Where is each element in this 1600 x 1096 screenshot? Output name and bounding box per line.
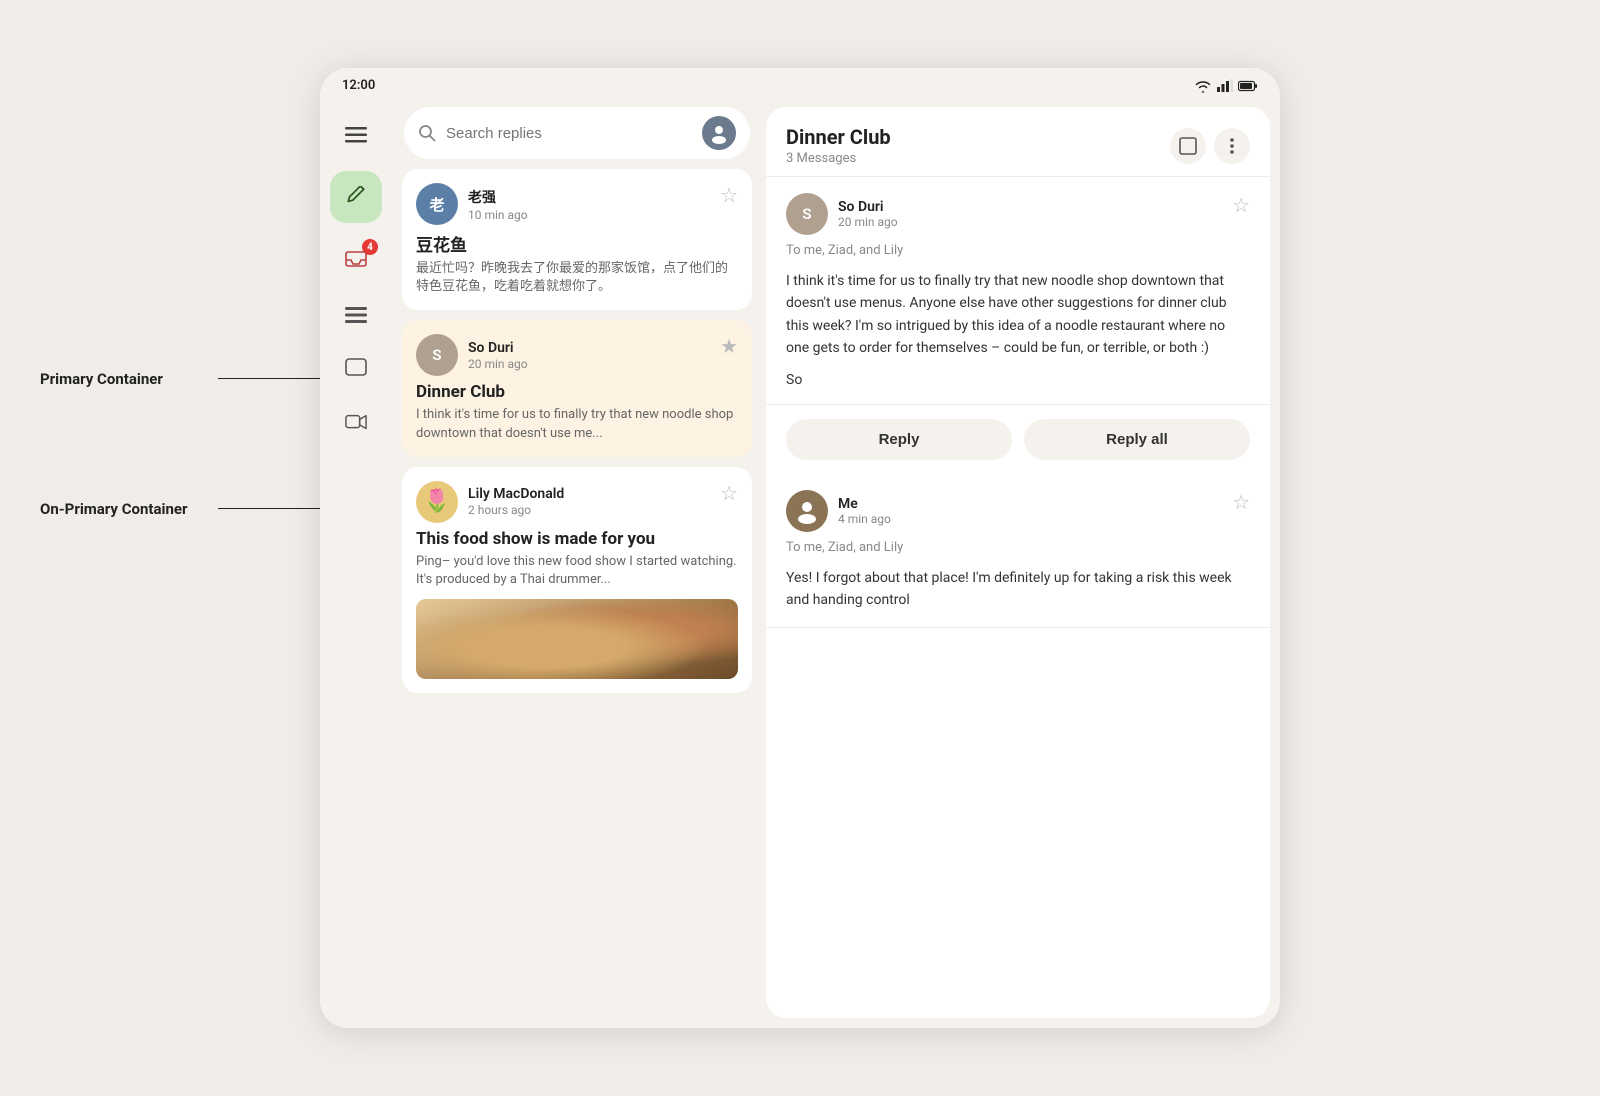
- chat-icon: [345, 358, 367, 380]
- time-soduri: 20 min ago: [468, 357, 528, 371]
- subject-soduri: Dinner Club: [416, 382, 738, 402]
- dots-icon: [1230, 137, 1234, 155]
- msg-sign-soduri: So: [786, 372, 1250, 388]
- status-icons: [1194, 79, 1258, 93]
- reply-button[interactable]: Reply: [786, 419, 1012, 460]
- annotation-primary-container: Primary Container: [40, 370, 163, 388]
- status-time: 12:00: [342, 78, 375, 93]
- time-laiqiang: 10 min ago: [468, 208, 528, 222]
- msg-avatar-me: [786, 490, 828, 532]
- time-lily: 2 hours ago: [468, 503, 564, 517]
- sidebar-item-menu[interactable]: [332, 111, 380, 159]
- message-block-me: Me 4 min ago ☆ To me, Ziad, and Lily Yes…: [766, 474, 1270, 629]
- message-block-soduri: S So Duri 20 min ago ☆ To me, Ziad, and …: [766, 177, 1270, 405]
- sender-info-laiqiang: 老 老强 10 min ago: [416, 183, 528, 225]
- email-cards: 老 老强 10 min ago ☆ 豆花鱼 最近忙吗？昨晚我去了你最爱的那家饭馆…: [392, 169, 762, 1028]
- preview-laiqiang: 最近忙吗？昨晚我去了你最爱的那家饭馆，点了他们的特色豆花鱼，吃着吃着就想你了。: [416, 260, 738, 296]
- sender-name-lily: Lily MacDonald: [468, 486, 564, 502]
- archive-button[interactable]: [1170, 128, 1206, 164]
- battery-icon: [1238, 80, 1258, 92]
- sidebar-item-list[interactable]: [332, 291, 380, 339]
- food-image-inner: [416, 599, 738, 679]
- pencil-icon: [345, 186, 367, 208]
- detail-count: 3 Messages: [786, 151, 891, 166]
- phone-container: 12:00: [320, 68, 1280, 1028]
- msg-star-me[interactable]: ☆: [1232, 490, 1250, 514]
- card-header-soduri: S So Duri 20 min ago ★: [416, 334, 738, 376]
- star-laiqiang[interactable]: ☆: [720, 183, 738, 207]
- user-avatar: [702, 116, 736, 150]
- avatar-soduri: S: [416, 334, 458, 376]
- search-icon: [418, 124, 436, 142]
- avatar-laiqiang: 老: [416, 183, 458, 225]
- msg-time-soduri: 20 min ago: [838, 215, 898, 229]
- subject-lily: This food show is made for you: [416, 529, 738, 549]
- msg-name-soduri: So Duri: [838, 199, 898, 215]
- msg-to-me: To me, Ziad, and Lily: [786, 540, 1250, 555]
- list-icon: [345, 304, 367, 326]
- search-bar[interactable]: [404, 107, 750, 159]
- email-card-soduri[interactable]: S So Duri 20 min ago ★ Dinner Club I thi…: [402, 320, 752, 456]
- more-options-button[interactable]: [1214, 128, 1250, 164]
- email-detail: Dinner Club 3 Messages: [766, 107, 1270, 1018]
- annotation-on-primary-container: On-Primary Container: [40, 500, 187, 518]
- star-soduri[interactable]: ★: [720, 334, 738, 358]
- card-header-lily: 🌷 Lily MacDonald 2 hours ago ☆: [416, 481, 738, 523]
- search-input[interactable]: [446, 125, 692, 142]
- msg-name-me: Me: [838, 496, 891, 512]
- msg-body-me: Yes! I forgot about that place! I'm defi…: [786, 567, 1250, 612]
- preview-soduri: I think it's time for us to finally try …: [416, 406, 738, 442]
- detail-title: Dinner Club: [786, 125, 891, 149]
- sidebar: 4: [320, 97, 392, 1028]
- sidebar-item-inbox[interactable]: 4: [332, 237, 380, 285]
- status-bar: 12:00: [320, 68, 1280, 97]
- main-content: 4: [320, 97, 1280, 1028]
- reply-all-button[interactable]: Reply all: [1024, 419, 1250, 460]
- msg-sender-soduri: S So Duri 20 min ago: [786, 193, 898, 235]
- food-image-lily: [416, 599, 738, 679]
- email-card-laiqiang[interactable]: 老 老强 10 min ago ☆ 豆花鱼 最近忙吗？昨晚我去了你最爱的那家饭馆…: [402, 169, 752, 310]
- sender-name-soduri: So Duri: [468, 340, 528, 356]
- inbox-icon: [345, 250, 367, 272]
- video-icon: [345, 412, 367, 434]
- menu-icon: [345, 124, 367, 146]
- subject-laiqiang: 豆花鱼: [416, 231, 738, 256]
- email-card-lily[interactable]: 🌷 Lily MacDonald 2 hours ago ☆ This food…: [402, 467, 752, 693]
- compose-button[interactable]: [330, 171, 382, 223]
- detail-header: Dinner Club 3 Messages: [766, 107, 1270, 177]
- email-list: 老 老强 10 min ago ☆ 豆花鱼 最近忙吗？昨晚我去了你最爱的那家饭馆…: [392, 97, 762, 1028]
- detail-actions: [1170, 128, 1250, 164]
- signal-icon: [1217, 79, 1233, 93]
- square-icon: [1179, 137, 1197, 155]
- sender-name-laiqiang: 老强: [468, 187, 528, 207]
- msg-time-me: 4 min ago: [838, 512, 891, 526]
- msg-star-soduri[interactable]: ☆: [1232, 193, 1250, 217]
- reply-buttons: Reply Reply all: [766, 405, 1270, 474]
- sidebar-item-chat[interactable]: [332, 345, 380, 393]
- preview-lily: Ping– you'd love this new food show I st…: [416, 553, 738, 589]
- msg-body-soduri: I think it's time for us to finally try …: [786, 270, 1250, 360]
- msg-header-me: Me 4 min ago ☆: [786, 490, 1250, 532]
- wifi-icon: [1194, 79, 1212, 93]
- msg-to-soduri: To me, Ziad, and Lily: [786, 243, 1250, 258]
- avatar-lily: 🌷: [416, 481, 458, 523]
- sender-info-lily: 🌷 Lily MacDonald 2 hours ago: [416, 481, 564, 523]
- sidebar-item-video[interactable]: [332, 399, 380, 447]
- sender-info-soduri: S So Duri 20 min ago: [416, 334, 528, 376]
- msg-avatar-soduri: S: [786, 193, 828, 235]
- msg-header-soduri: S So Duri 20 min ago ☆: [786, 193, 1250, 235]
- inbox-badge: 4: [362, 239, 378, 255]
- star-lily[interactable]: ☆: [720, 481, 738, 505]
- msg-sender-me: Me 4 min ago: [786, 490, 891, 532]
- card-header-laiqiang: 老 老强 10 min ago ☆: [416, 183, 738, 225]
